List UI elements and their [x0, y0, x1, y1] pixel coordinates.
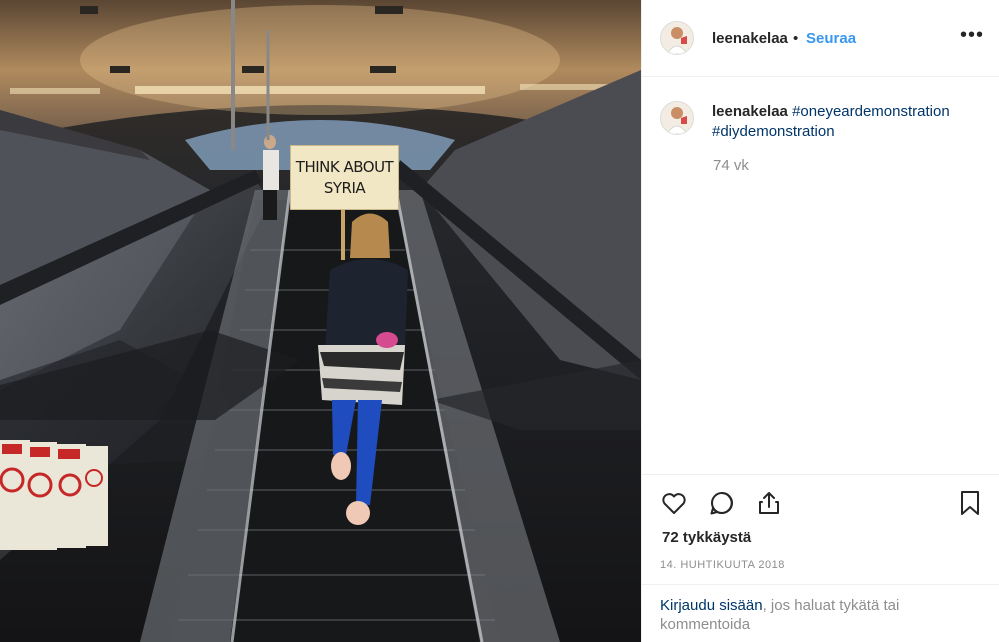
caption-age: 74 vk — [713, 157, 749, 174]
header-username[interactable]: leenakelaa — [712, 30, 788, 47]
heart-icon[interactable] — [660, 489, 690, 519]
caption-section: leenakelaa #oneyeardemonstration #diydem… — [642, 78, 999, 474]
post-photo: THINK ABOUT SYRIA — [0, 0, 641, 642]
sign-line-1: THINK ABOUT — [295, 157, 394, 176]
avatar-image — [661, 102, 693, 134]
sign-line-2: SYRIA — [323, 178, 366, 197]
escalator-scene — [0, 0, 641, 642]
share-icon[interactable] — [755, 489, 785, 519]
avatar[interactable] — [660, 21, 694, 55]
hashtag-link[interactable]: #diydemonstration — [712, 123, 835, 140]
login-link[interactable]: Kirjaudu sisään — [660, 597, 763, 614]
like-count[interactable]: 72 tykkäystä — [662, 529, 751, 546]
caption-text: leenakelaa #oneyeardemonstration #diydem… — [712, 102, 982, 142]
avatar-image — [661, 22, 693, 54]
follow-button[interactable]: Seuraa — [806, 30, 856, 47]
warning-signs — [0, 440, 108, 550]
bookmark-icon[interactable] — [956, 489, 986, 519]
post-date: 14. HUHTIKUUTA 2018 — [660, 559, 785, 571]
post-header: leenakelaa • Seuraa ••• — [642, 0, 999, 77]
more-options-icon[interactable]: ••• — [958, 25, 986, 50]
action-bar: 72 tykkäystä 14. HUHTIKUUTA 2018 — [642, 474, 999, 584]
caption-avatar[interactable] — [660, 101, 694, 135]
login-prompt: Kirjaudu sisään, jos haluat tykätä tai k… — [642, 584, 999, 642]
post-sidebar: leenakelaa • Seuraa ••• leenakelaa #oney… — [641, 0, 999, 642]
login-prompt-text: Kirjaudu sisään, jos haluat tykätä tai k… — [660, 596, 980, 634]
hashtag-link[interactable]: #oneyeardemonstration — [792, 103, 950, 120]
header-separator: • — [793, 30, 799, 47]
comment-icon[interactable] — [708, 489, 738, 519]
caption-username[interactable]: leenakelaa — [712, 103, 788, 120]
protest-sign: THINK ABOUT SYRIA — [290, 145, 399, 210]
